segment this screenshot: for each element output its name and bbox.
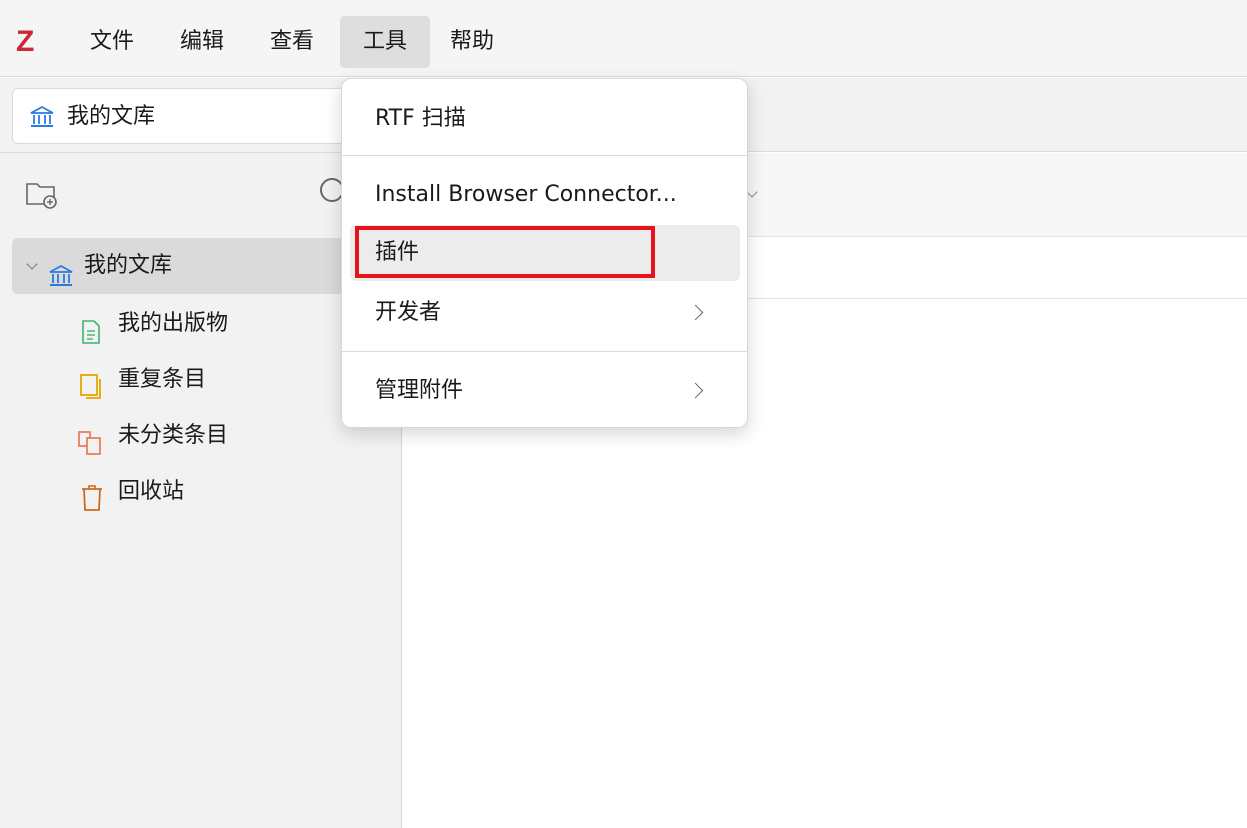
menu-item-rtf-scan[interactable]: RTF 扫描 <box>350 91 740 147</box>
menu-view[interactable]: 查看 <box>260 16 324 68</box>
tree-item-label: 我的出版物 <box>118 311 229 336</box>
new-collection-icon[interactable] <box>24 178 60 214</box>
highlight-annotation-box <box>355 226 655 278</box>
menu-edit[interactable]: 编辑 <box>170 16 234 68</box>
library-icon <box>29 105 55 133</box>
library-tab[interactable]: 我的文库 <box>12 88 357 144</box>
menu-separator <box>342 155 747 156</box>
tree-item-unfiled[interactable]: 未分类条目 <box>0 408 400 464</box>
chevron-down-icon[interactable] <box>26 258 38 270</box>
menu-item-label: 开发者 <box>375 300 442 325</box>
menu-item-label: RTF 扫描 <box>375 106 466 131</box>
menu-item-developer[interactable]: 开发者 <box>350 285 740 341</box>
menu-separator <box>342 351 747 352</box>
tree-item-trash[interactable]: 回收站 <box>0 464 400 520</box>
tree-item-my-publications[interactable]: 我的出版物 <box>0 296 400 352</box>
menu-file[interactable]: 文件 <box>80 16 144 68</box>
menu-item-label: 管理附件 <box>375 378 464 403</box>
chevron-right-icon <box>687 382 704 399</box>
menu-item-install-browser-connector[interactable]: Install Browser Connector... <box>350 167 740 223</box>
tree-item-label: 我的文库 <box>84 253 173 278</box>
tree-item-duplicates[interactable]: 重复条目 <box>0 352 400 408</box>
menu-tools[interactable]: 工具 <box>340 16 430 68</box>
menu-item-label: Install Browser Connector... <box>375 182 677 207</box>
tree-item-label: 未分类条目 <box>118 423 229 448</box>
chevron-right-icon <box>687 304 704 321</box>
app-logo: Z <box>16 25 35 58</box>
trash-icon <box>80 478 104 534</box>
menu-bar: Z 文件 编辑 查看 工具 帮助 <box>0 0 1247 77</box>
menu-item-manage-attachments[interactable]: 管理附件 <box>350 363 740 419</box>
tree-item-label: 回收站 <box>118 479 185 504</box>
library-tab-label: 我的文库 <box>67 104 156 129</box>
menu-help[interactable]: 帮助 <box>440 16 504 68</box>
tree-item-label: 重复条目 <box>118 367 207 392</box>
